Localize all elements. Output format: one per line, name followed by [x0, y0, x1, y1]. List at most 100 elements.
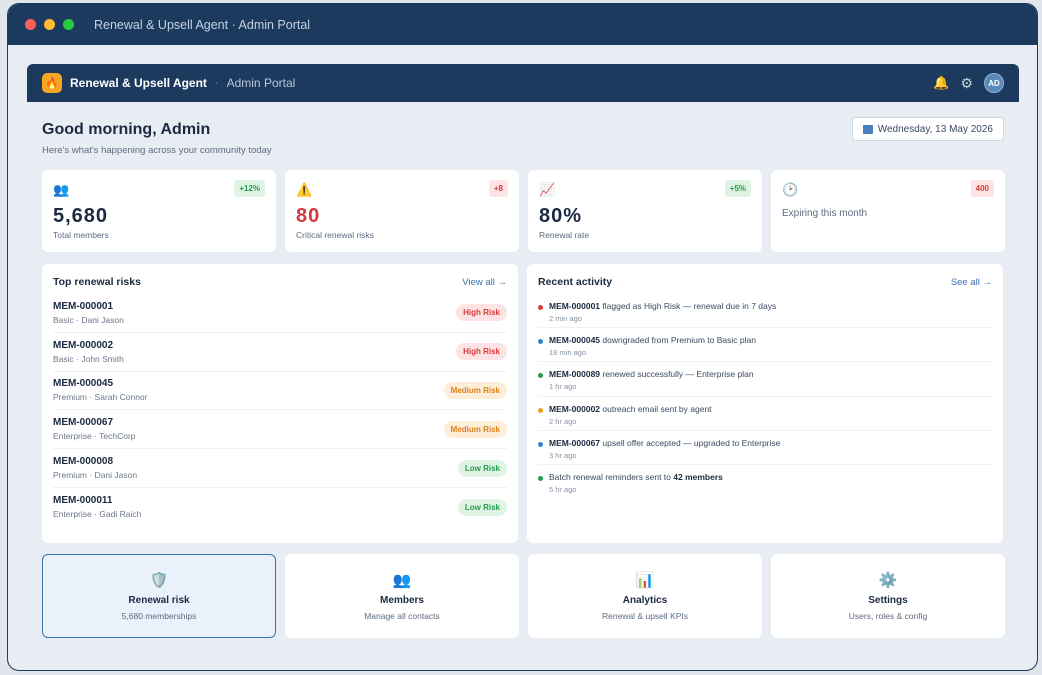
tile-settings[interactable]: ⚙️ Settings Users, roles & config — [771, 554, 1005, 638]
member-id: MEM-000045 — [53, 378, 114, 390]
member-meta: Basic · Dani Jason — [53, 314, 124, 325]
close-window-button[interactable] — [25, 19, 36, 30]
member-id: MEM-000001 — [53, 300, 114, 312]
recent-activity-panel: Recent activity See all → MEM-000001 fla… — [527, 264, 1003, 543]
tile-renewal-risk[interactable]: 🛡️ Renewal risk 5,680 memberships — [42, 554, 276, 638]
activity-subject: MEM-000002 — [549, 403, 601, 414]
clock-icon: 🕑 — [782, 182, 799, 197]
gear-icon[interactable]: ⚙ — [960, 75, 973, 92]
table-row[interactable]: MEM-000001 Basic · Dani Jason High Risk — [53, 294, 507, 333]
status-dot — [538, 441, 543, 447]
activity-subject: MEM-000067 — [549, 437, 601, 448]
activity-body: MEM-000067 upsell offer accepted — upgra… — [549, 438, 780, 460]
activity-time: 3 hr ago — [549, 450, 577, 460]
kpi-value: 5,680 — [53, 205, 109, 227]
kpi-delta-badge: +12% — [234, 180, 265, 197]
activity-detail: flagged as High Risk — renewal due in 7 … — [600, 301, 777, 311]
maximize-window-button[interactable] — [63, 19, 74, 30]
risk-badge: Low Risk — [457, 459, 507, 477]
activity-subject: MEM-000045 — [549, 335, 601, 346]
kpi-delta-badge: 400 — [970, 180, 994, 197]
app-window: Renewal & Upsell Agent · Admin Portal 🔥 … — [7, 3, 1038, 671]
kpi-label: Expiring this month — [782, 208, 868, 219]
header-section: Admin Portal — [226, 76, 296, 90]
activity-detail: outreach email sent by agent — [600, 403, 712, 414]
table-row[interactable]: MEM-000067 Enterprise · TechCorp Medium Ri… — [53, 410, 507, 450]
member-id: MEM-000011 — [53, 495, 113, 507]
activity-body: MEM-000089 renewed successfully — Enterp… — [549, 369, 754, 391]
page-title: Good morning, Admin — [42, 121, 211, 138]
gear-icon: ⚙️ — [878, 572, 898, 589]
list-item: MEM-000067 upsell offer accepted — upgra… — [538, 431, 992, 465]
activity-body: Batch renewal reminders sent to 42 membe… — [549, 472, 723, 494]
bell-icon[interactable]: 🔔 — [933, 75, 949, 91]
table-row[interactable]: MEM-000011 Enterprise · Gadi Raich Low Ris… — [53, 488, 507, 527]
tile-title: Analytics — [622, 595, 668, 606]
date-chip[interactable]: Wednesday, 13 May 2026 — [851, 117, 1004, 141]
member-id: MEM-000002 — [53, 339, 114, 351]
member-id: MEM-000067 — [53, 417, 114, 429]
view-all-link[interactable]: View all → — [462, 277, 507, 288]
kpi-card: 📈 80% Renewal rate +5% — [528, 170, 762, 252]
risk-badge: High Risk — [456, 304, 507, 322]
tile-analytics[interactable]: 📊 Analytics Renewal & upsell KPIs — [528, 554, 762, 638]
member-meta: Enterprise · Gadi Raich — [53, 509, 142, 520]
activity-time: 5 hr ago — [549, 484, 577, 494]
tile-members[interactable]: 👥 Members Manage all contacts — [285, 554, 519, 638]
kpi-card: ⚠️ 80 Critical renewal risks +8 — [285, 170, 519, 252]
see-all-link[interactable]: See all → — [951, 277, 992, 288]
minimize-window-button[interactable] — [44, 19, 55, 30]
shield-icon: 🛡️ — [149, 572, 169, 589]
window-titlebar: Renewal & Upsell Agent · Admin Portal — [8, 4, 1037, 45]
panel-title: Top renewal risks — [53, 276, 141, 288]
members-icon: 👥 — [392, 572, 412, 589]
tile-subtitle: 5,680 memberships — [121, 611, 197, 621]
avatar[interactable]: AD — [984, 73, 1004, 93]
list-item: Batch renewal reminders sent to 42 membe… — [538, 465, 992, 499]
member-meta: Enterprise · TechCorp — [53, 431, 136, 442]
activity-detail: downgraded from Premium to Basic plan — [600, 335, 756, 346]
kpi-value: 80% — [539, 205, 583, 227]
activity-subject: MEM-000089 — [549, 369, 601, 380]
member-info: MEM-000008 Premium · Dani Jason — [53, 456, 137, 480]
kpi-label: Total members — [53, 230, 109, 240]
window-title: Renewal & Upsell Agent · Admin Portal — [94, 17, 311, 32]
kpi-value: 80 — [296, 205, 321, 227]
header-actions: 🔔 ⚙ AD — [933, 73, 1004, 93]
member-info: MEM-000045 Premium · Sarah Connor — [53, 378, 147, 402]
table-row[interactable]: MEM-000002 Basic · John Smith High Risk — [53, 333, 507, 372]
status-dot — [538, 475, 543, 481]
activity-time: 2 min ago — [549, 314, 582, 323]
activity-subject: MEM-000001 — [549, 301, 601, 311]
tile-subtitle: Renewal & upsell KPIs — [602, 611, 688, 621]
activity-text: MEM-000045 downgraded from Premium to Ba… — [549, 335, 756, 345]
activity-text: MEM-000089 renewed successfully — Enterp… — [549, 369, 754, 379]
table-row[interactable]: MEM-000045 Premium · Sarah Connor Medium R… — [53, 372, 507, 411]
member-info: MEM-000001 Basic · Dani Jason — [53, 301, 124, 325]
greeting: Good morning, Admin Here's what's happen… — [42, 121, 272, 156]
status-dot — [538, 305, 543, 310]
kpi-card: 👥 5,680 Total members +12% — [42, 170, 276, 252]
member-meta: Premium · Sarah Connor — [53, 392, 148, 403]
kpi-delta-badge: +5% — [724, 180, 751, 197]
calendar-icon — [862, 124, 873, 134]
list-item: MEM-000001 flagged as High Risk — renewa… — [538, 294, 992, 329]
activity-body: MEM-000045 downgraded from Premium to Ba… — [549, 335, 756, 357]
activity-time: 1 hr ago — [549, 382, 577, 392]
tile-subtitle: Users, roles & config — [848, 611, 928, 621]
activity-time: 18 min ago — [549, 348, 587, 358]
app-header: 🔥 Renewal & Upsell Agent · Admin Portal … — [27, 64, 1019, 102]
activity-list: MEM-000001 flagged as High Risk — renewa… — [538, 294, 992, 499]
activity-body: MEM-000001 flagged as High Risk — renewa… — [549, 301, 776, 323]
warning-icon: ⚠️ — [296, 182, 313, 197]
page-subtitle: Here's what's happening across your comm… — [42, 145, 272, 156]
kpi-label: Critical renewal risks — [296, 230, 374, 240]
tile-subtitle: Manage all contacts — [364, 611, 440, 621]
panel-title: Recent activity — [538, 276, 613, 288]
member-info: MEM-000002 Basic · John Smith — [53, 340, 124, 364]
tile-title: Settings — [868, 595, 908, 606]
table-row[interactable]: MEM-000008 Premium · Dani Jason Low Risk — [53, 449, 507, 488]
member-info: MEM-000067 Enterprise · TechCorp — [53, 417, 136, 441]
activity-subject: 42 members — [673, 471, 723, 482]
app-logo-icon: 🔥 — [42, 73, 62, 93]
